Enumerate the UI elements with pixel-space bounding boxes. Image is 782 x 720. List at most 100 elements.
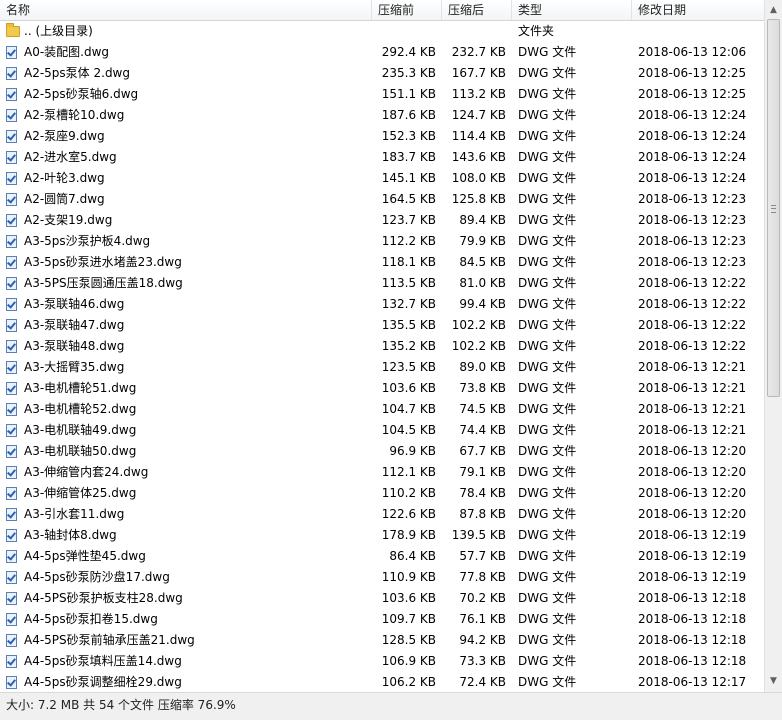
file-row[interactable]: A3-伸缩管体25.dwg 110.2 KB 78.4 KB DWG 文件 2018-0… <box>0 483 764 504</box>
column-name-header[interactable]: 名称 <box>0 0 372 20</box>
file-type: DWG 文件 <box>518 276 577 290</box>
column-date-header[interactable]: 修改日期 <box>632 0 764 20</box>
scroll-down-arrow-icon[interactable]: ▼ <box>765 673 782 690</box>
dwg-file-icon <box>6 382 17 395</box>
file-size-before: 164.5 KB <box>381 192 436 206</box>
column-after-header[interactable]: 压缩后 <box>442 0 512 20</box>
file-name: A3-电机联轴50.dwg <box>24 444 137 458</box>
file-row[interactable]: A2-圆筒7.dwg 164.5 KB 125.8 KB DWG 文件 2018-06-… <box>0 189 764 210</box>
file-row[interactable]: A4-5ps砂泵扣卷15.dwg 109.7 KB 76.1 KB DWG 文件 201… <box>0 609 764 630</box>
column-header: 名称 压缩前 压缩后 类型 修改日期 <box>0 0 764 21</box>
file-row[interactable]: A4-5ps弹性垫45.dwg 86.4 KB 57.7 KB DWG 文件 2018-… <box>0 546 764 567</box>
file-name: A4-5ps砂泵调整细栓29.dwg <box>24 675 182 689</box>
file-size-before: 122.6 KB <box>381 507 436 521</box>
file-modified-date: 2018-06-13 12:18 <box>638 654 747 668</box>
file-row[interactable]: A3-伸缩管内套24.dwg 112.1 KB 79.1 KB DWG 文件 2018-… <box>0 462 764 483</box>
dwg-file-icon <box>6 109 17 122</box>
file-size-after: 139.5 KB <box>451 528 506 542</box>
file-row[interactable]: A3-泵联轴47.dwg 135.5 KB 102.2 KB DWG 文件 2018-0… <box>0 315 764 336</box>
dwg-file-icon <box>6 277 17 290</box>
file-type: DWG 文件 <box>518 87 577 101</box>
dwg-file-icon <box>6 214 17 227</box>
file-size-after: 102.2 KB <box>451 318 506 332</box>
file-row[interactable]: A3-轴封体8.dwg 178.9 KB 139.5 KB DWG 文件 2018-06… <box>0 525 764 546</box>
file-modified-date: 2018-06-13 12:18 <box>638 612 747 626</box>
file-modified-date: 2018-06-13 12:22 <box>638 339 747 353</box>
file-name: A2-泵槽轮10.dwg <box>24 108 125 122</box>
file-list: .. (上级目录) 文件夹 A0-装配图.dwg 292.4 KB 232.7 KB… <box>0 21 764 692</box>
file-modified-date: 2018-06-13 12:25 <box>638 87 747 101</box>
file-row[interactable]: A2-泵槽轮10.dwg 187.6 KB 124.7 KB DWG 文件 2018-0… <box>0 105 764 126</box>
column-type-header[interactable]: 类型 <box>512 0 632 20</box>
file-name: A3-泵联轴48.dwg <box>24 339 125 353</box>
file-modified-date: 2018-06-13 12:24 <box>638 150 747 164</box>
file-icon-cell <box>6 315 22 336</box>
column-before-header[interactable]: 压缩前 <box>372 0 442 20</box>
file-modified-date: 2018-06-13 12:21 <box>638 402 747 416</box>
file-size-after: 73.8 KB <box>459 381 506 395</box>
file-modified-date: 2018-06-13 12:23 <box>638 192 747 206</box>
parent-directory-type: 文件夹 <box>518 24 555 38</box>
file-row[interactable]: A0-装配图.dwg 292.4 KB 232.7 KB DWG 文件 2018-06-… <box>0 42 764 63</box>
file-icon-cell <box>6 672 22 692</box>
file-modified-date: 2018-06-13 12:20 <box>638 444 747 458</box>
file-size-before: 112.1 KB <box>381 465 436 479</box>
dwg-file-icon <box>6 130 17 143</box>
file-name: A0-装配图.dwg <box>24 45 110 59</box>
file-row[interactable]: A4-5ps砂泵填料压盖14.dwg 106.9 KB 73.3 KB DWG 文件 2… <box>0 651 764 672</box>
file-row[interactable]: A3-电机槽轮51.dwg 103.6 KB 73.8 KB DWG 文件 2018-0… <box>0 378 764 399</box>
file-size-before: 135.2 KB <box>381 339 436 353</box>
file-row[interactable]: A4-5PS砂泵护板支柱28.dwg 103.6 KB 70.2 KB DWG 文件 2… <box>0 588 764 609</box>
file-size-after: 79.9 KB <box>459 234 506 248</box>
dwg-file-icon <box>6 172 17 185</box>
file-row[interactable]: A2-5ps泵体 2.dwg 235.3 KB 167.7 KB DWG 文件 2018… <box>0 63 764 84</box>
file-size-after: 81.0 KB <box>459 276 506 290</box>
file-row[interactable]: A3-大摇臂35.dwg 123.5 KB 89.0 KB DWG 文件 2018-06… <box>0 357 764 378</box>
file-name: A2-5ps砂泵轴6.dwg <box>24 87 139 101</box>
file-size-after: 57.7 KB <box>459 549 506 563</box>
file-row[interactable]: A3-5PS压泵圆通压盖18.dwg 113.5 KB 81.0 KB DWG 文件 2… <box>0 273 764 294</box>
file-row[interactable]: A3-电机联轴50.dwg 96.9 KB 67.7 KB DWG 文件 2018-06… <box>0 441 764 462</box>
file-row[interactable]: A3-电机联轴49.dwg 104.5 KB 74.4 KB DWG 文件 2018-0… <box>0 420 764 441</box>
file-type: DWG 文件 <box>518 675 577 689</box>
file-row[interactable]: A2-5ps砂泵轴6.dwg 151.1 KB 113.2 KB DWG 文件 2018… <box>0 84 764 105</box>
dwg-file-icon <box>6 424 17 437</box>
file-size-before: 104.5 KB <box>381 423 436 437</box>
scroll-up-arrow-icon[interactable]: ▲ <box>765 2 782 19</box>
scrollbar-thumb[interactable] <box>767 19 780 397</box>
file-type: DWG 文件 <box>518 192 577 206</box>
dwg-file-icon <box>6 319 17 332</box>
dwg-file-icon <box>6 88 17 101</box>
file-size-after: 125.8 KB <box>451 192 506 206</box>
file-icon-cell <box>6 63 22 84</box>
file-type: DWG 文件 <box>518 444 577 458</box>
file-row[interactable]: A3-电机槽轮52.dwg 104.7 KB 74.5 KB DWG 文件 2018-0… <box>0 399 764 420</box>
file-row[interactable]: A2-泵座9.dwg 152.3 KB 114.4 KB DWG 文件 2018-06-… <box>0 126 764 147</box>
file-row[interactable]: A3-泵联轴46.dwg 132.7 KB 99.4 KB DWG 文件 2018-06… <box>0 294 764 315</box>
file-icon-cell <box>6 630 22 651</box>
file-row[interactable]: A2-进水室5.dwg 183.7 KB 143.6 KB DWG 文件 2018-06… <box>0 147 764 168</box>
file-row[interactable]: A4-5ps砂泵调整细栓29.dwg 106.2 KB 72.4 KB DWG 文件 2… <box>0 672 764 692</box>
file-row[interactable]: A2-叶轮3.dwg 145.1 KB 108.0 KB DWG 文件 2018-06-… <box>0 168 764 189</box>
file-row[interactable]: A3-5ps沙泵护板4.dwg 112.2 KB 79.9 KB DWG 文件 2018… <box>0 231 764 252</box>
file-modified-date: 2018-06-13 12:22 <box>638 318 747 332</box>
file-row[interactable]: A4-5ps砂泵防沙盘17.dwg 110.9 KB 77.8 KB DWG 文件 20… <box>0 567 764 588</box>
dwg-file-icon <box>6 256 17 269</box>
file-icon-cell <box>6 189 22 210</box>
file-size-after: 87.8 KB <box>459 507 506 521</box>
file-size-after: 143.6 KB <box>451 150 506 164</box>
file-row[interactable]: A3-引水套11.dwg 122.6 KB 87.8 KB DWG 文件 2018-06… <box>0 504 764 525</box>
file-row[interactable]: A3-5ps砂泵进水堵盖23.dwg 118.1 KB 84.5 KB DWG 文件 2… <box>0 252 764 273</box>
dwg-file-icon <box>6 508 17 521</box>
file-name: A3-电机联轴49.dwg <box>24 423 137 437</box>
file-name: A4-5ps砂泵扣卷15.dwg <box>24 612 158 626</box>
file-icon-cell <box>6 441 22 462</box>
file-size-after: 99.4 KB <box>459 297 506 311</box>
file-row[interactable]: A4-5PS砂泵前轴承压盖21.dwg 128.5 KB 94.2 KB DWG 文件… <box>0 630 764 651</box>
file-row[interactable]: A2-支架19.dwg 123.7 KB 89.4 KB DWG 文件 2018-06-… <box>0 210 764 231</box>
parent-directory-row[interactable]: .. (上级目录) 文件夹 <box>0 21 764 42</box>
file-modified-date: 2018-06-13 12:20 <box>638 465 747 479</box>
folder-icon-cell <box>6 21 22 42</box>
vertical-scrollbar[interactable]: ▲ ▼ <box>764 0 782 692</box>
file-row[interactable]: A3-泵联轴48.dwg 135.2 KB 102.2 KB DWG 文件 2018-0… <box>0 336 764 357</box>
